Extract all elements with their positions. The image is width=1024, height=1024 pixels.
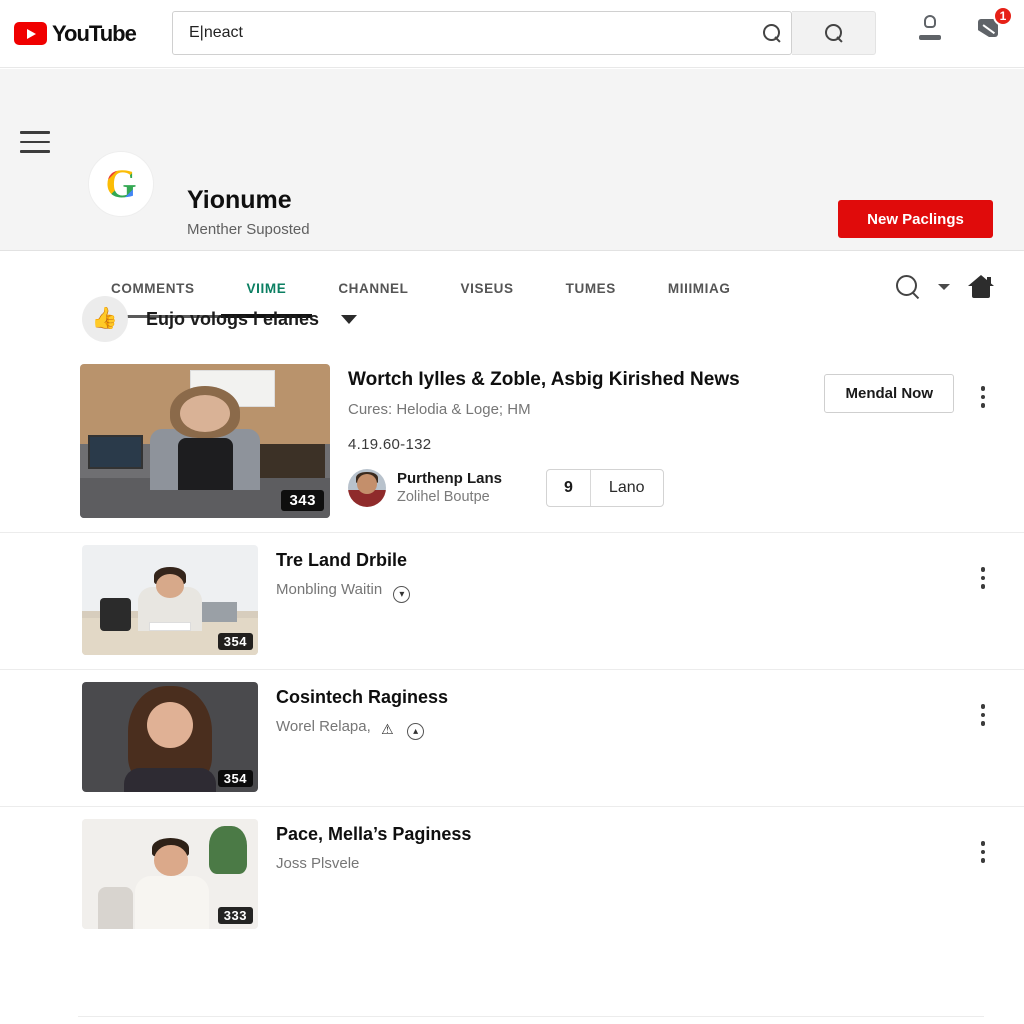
home-icon[interactable]: [968, 275, 994, 299]
video-meta: Pace, Mella’s Paginess Joss Plsvele: [258, 819, 972, 929]
notification-count-badge: 1: [993, 6, 1013, 26]
google-g-icon: G: [105, 161, 137, 206]
search-submit-button[interactable]: [792, 11, 876, 55]
owner-name: Purthenp Lans: [397, 469, 503, 487]
search-icon: [824, 24, 843, 42]
tab-label: MIIIMIAG: [667, 281, 731, 296]
list-bottom-divider: [78, 1016, 984, 1017]
video-row-actions: [972, 682, 1024, 792]
channel-subtitle: Menther Suposted: [187, 221, 310, 238]
video-list-item[interactable]: 333 Pace, Mella’s Paginess Joss Plsvele: [0, 806, 1024, 943]
video-title[interactable]: Wortch Iylles & Zoble, Asbig Kirished Ne…: [348, 368, 824, 392]
upload-circle-icon: ▴: [407, 722, 425, 740]
video-thumbnail[interactable]: 354: [82, 682, 258, 792]
video-list-item[interactable]: 354 Cosintech Raginess Worel Relapa, ⚠ ▴: [0, 669, 1024, 806]
account-avatar-icon: [918, 15, 942, 41]
pill-label: Lano: [608, 478, 645, 496]
topbar-right-icons: 1: [914, 6, 1013, 44]
video-list-item[interactable]: 343 Wortch Iylles & Zoble, Asbig Kirishe…: [0, 352, 1024, 532]
tab-tumes[interactable]: TUMES: [540, 276, 642, 318]
tab-label: CHANNEL: [338, 281, 409, 296]
channel-tabs-actions: [896, 275, 994, 299]
video-owner-row: Purthenp Lans Zolihel Boutpe 9 Lano: [348, 468, 824, 507]
video-duration: 343: [281, 490, 324, 511]
youtube-logo[interactable]: YouTube: [14, 20, 137, 47]
search-icon[interactable]: [896, 275, 920, 299]
tab-label: VIIME: [246, 281, 287, 296]
channel-avatar[interactable]: G: [88, 151, 154, 217]
owner-subtitle: Zolihel Boutpe: [397, 488, 490, 505]
video-title[interactable]: Cosintech Raginess: [276, 686, 972, 709]
video-title[interactable]: Pace, Mella’s Paginess: [276, 823, 972, 846]
more-vertical-icon[interactable]: [972, 829, 994, 863]
video-duration: 354: [217, 633, 253, 650]
tab-label: COMMENTS: [111, 281, 195, 296]
video-row-actions: Mendal Now: [824, 364, 1024, 518]
avatar: [348, 468, 386, 507]
chevron-down-icon[interactable]: [938, 284, 950, 290]
video-duration: 333: [217, 907, 253, 924]
more-vertical-icon[interactable]: [972, 374, 994, 408]
youtube-wordmark: YouTube: [52, 20, 137, 46]
video-owner[interactable]: Purthenp Lans Zolihel Boutpe: [348, 468, 503, 507]
notifications-button[interactable]: 1: [974, 6, 1013, 44]
video-meta: Tre Land Drbile Monbling Waitin ▾: [258, 545, 972, 655]
video-subtitle: Worel Relapa,: [276, 717, 371, 735]
top-navigation-bar: YouTube E|neact 1: [0, 0, 1024, 68]
chevron-down-icon[interactable]: [341, 314, 358, 324]
filter-label: Eujo vologs l elanes: [146, 308, 320, 329]
video-list: 343 Wortch Iylles & Zoble, Asbig Kirishe…: [0, 352, 1024, 943]
hamburger-menu-icon[interactable]: [20, 131, 50, 153]
search-area: E|neact: [172, 11, 876, 55]
pill-number: 9: [547, 469, 591, 506]
video-subtitle: Cures: Helodia & Loge; HM: [348, 400, 531, 418]
video-subtitle-row: Monbling Waitin ▾: [276, 581, 972, 603]
count-pill[interactable]: 9 Lano: [546, 468, 664, 507]
tab-label: VISEUS: [460, 281, 514, 296]
download-circle-icon: ▾: [393, 585, 411, 603]
search-input-value: E|neact: [189, 24, 243, 41]
video-title[interactable]: Tre Land Drbile: [276, 549, 972, 572]
youtube-channel-page: YouTube E|neact 1 G Yionume Menther Supo…: [0, 0, 1024, 1024]
video-thumbnail[interactable]: 343: [80, 364, 330, 518]
mendal-now-button[interactable]: Mendal Now: [824, 374, 954, 413]
search-icon[interactable]: [763, 24, 781, 42]
tab-label: TUMES: [565, 281, 616, 296]
video-subtitle: Monbling Waitin: [276, 580, 383, 598]
video-meta: Wortch Iylles & Zoble, Asbig Kirished Ne…: [330, 364, 824, 518]
filter-row[interactable]: 👍 Eujo vologs l elanes: [82, 296, 358, 342]
video-thumbnail[interactable]: 354: [82, 545, 258, 655]
video-subtitle: Joss Plsvele: [276, 854, 360, 872]
more-vertical-icon[interactable]: [972, 692, 994, 726]
more-vertical-icon[interactable]: [972, 555, 994, 589]
video-row-actions: [972, 819, 1024, 929]
video-meta: Cosintech Raginess Worel Relapa, ⚠ ▴: [258, 682, 972, 792]
thumbs-up-icon: 👍: [82, 296, 128, 342]
youtube-play-icon: [14, 22, 47, 45]
page-title: Yionume: [187, 186, 292, 214]
alert-icon: ⚠: [381, 720, 394, 737]
tab-viseus[interactable]: VISEUS: [435, 276, 540, 318]
video-list-item[interactable]: 354 Tre Land Drbile Monbling Waitin ▾: [0, 532, 1024, 669]
video-duration: 354: [217, 770, 253, 787]
search-input[interactable]: E|neact: [172, 11, 792, 55]
video-subtitle-row: Worel Relapa, ⚠ ▴: [276, 718, 972, 740]
tab-miimiag[interactable]: MIIIMIAG: [642, 276, 757, 318]
video-thumbnail[interactable]: 333: [82, 819, 258, 929]
channel-header: G Yionume Menther Suposted New Paclings …: [0, 69, 1024, 318]
account-button[interactable]: [914, 12, 946, 44]
video-row-actions: [972, 545, 1024, 655]
new-paclings-button[interactable]: New Paclings: [838, 200, 993, 238]
video-number-line: 4.19.60-132: [348, 435, 432, 453]
